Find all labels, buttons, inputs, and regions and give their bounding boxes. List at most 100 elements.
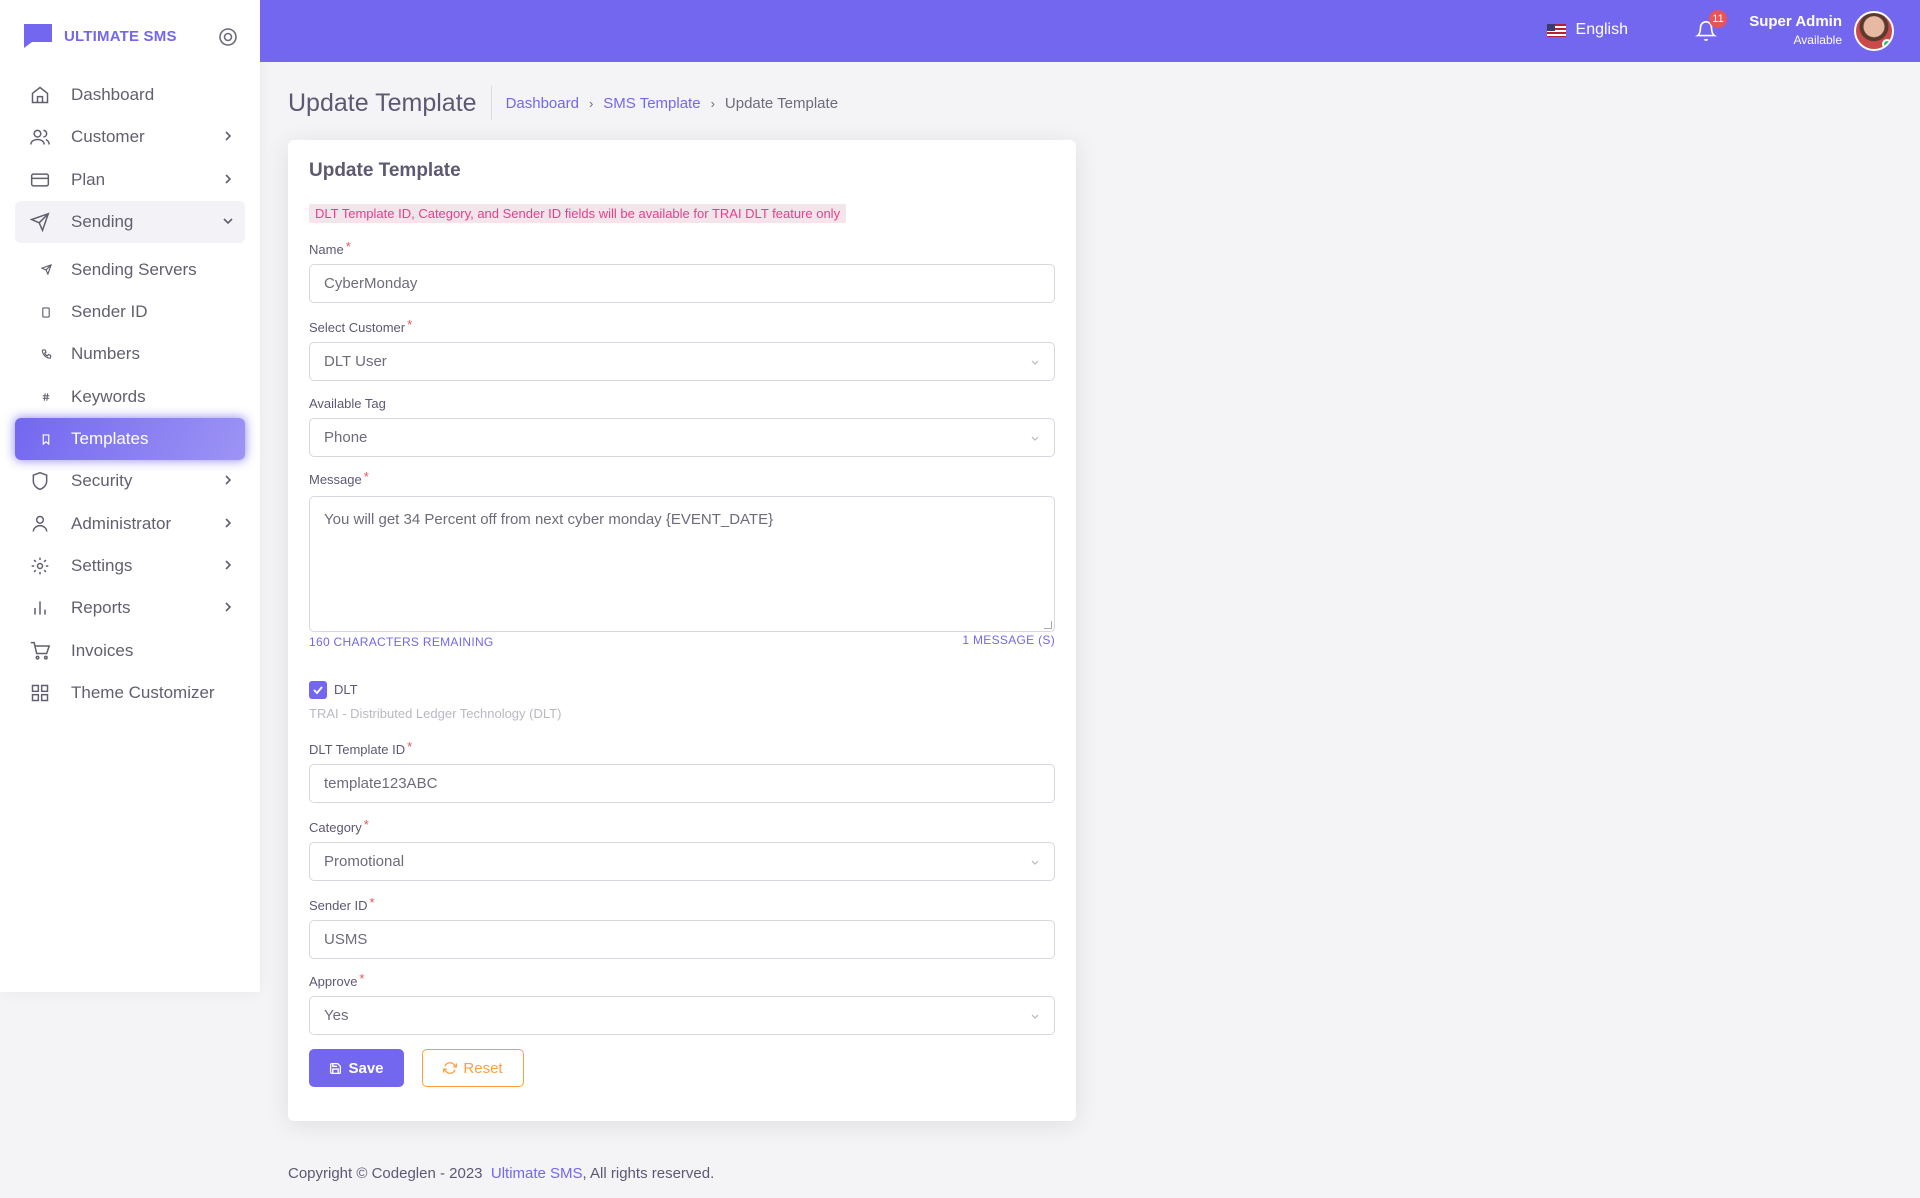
required-marker: * bbox=[369, 895, 375, 910]
sidebar-item-sender-id[interactable]: Sender ID bbox=[15, 291, 245, 333]
customer-select[interactable]: DLT User bbox=[309, 342, 1055, 381]
chevron-right-icon bbox=[225, 602, 232, 612]
available-tag-select[interactable]: Phone bbox=[309, 418, 1055, 457]
save-icon bbox=[330, 1062, 342, 1074]
credit-card-icon bbox=[29, 169, 51, 191]
sidebar-item-invoices[interactable]: Invoices bbox=[15, 630, 245, 672]
shopping-cart-icon bbox=[29, 640, 51, 662]
sidebar-item-templates[interactable]: Templates bbox=[15, 418, 245, 461]
chevron-right-icon bbox=[225, 174, 232, 184]
sidebar-item-reports[interactable]: Reports bbox=[15, 587, 245, 629]
sidebar-item-administrator[interactable]: Administrator bbox=[15, 503, 245, 545]
notification-badge: 11 bbox=[1709, 10, 1727, 28]
dlt-template-id-label-text: DLT Template ID bbox=[309, 742, 406, 757]
customer-select-value: DLT User bbox=[324, 353, 387, 370]
sidebar-item-label: Numbers bbox=[71, 344, 140, 364]
sidebar-item-security[interactable]: Security bbox=[15, 460, 245, 502]
footer-rights: , All rights reserved. bbox=[582, 1165, 715, 1182]
avatar[interactable] bbox=[1854, 11, 1894, 51]
category-select-value: Promotional bbox=[324, 853, 405, 870]
chevron-down-icon bbox=[1031, 360, 1039, 365]
dlt-checkbox-label[interactable]: DLT bbox=[334, 682, 358, 697]
sidebar-toggle-icon[interactable] bbox=[218, 27, 238, 47]
chevron-right-icon bbox=[225, 475, 232, 485]
send-icon bbox=[29, 211, 51, 233]
grid-icon bbox=[29, 682, 51, 704]
category-label-text: Category bbox=[309, 820, 362, 835]
sender-id-input[interactable]: USMS bbox=[309, 920, 1055, 959]
approve-label-text: Approve bbox=[309, 974, 358, 989]
us-flag-icon bbox=[1546, 23, 1566, 37]
sidebar-item-label: Keywords bbox=[71, 386, 146, 406]
sidebar-item-theme-customizer[interactable]: Theme Customizer bbox=[15, 672, 245, 714]
footer-ultimate-sms-link[interactable]: Ultimate SMS bbox=[491, 1165, 583, 1182]
sidebar-item-label: Administrator bbox=[71, 513, 172, 533]
sidebar-item-settings[interactable]: Settings bbox=[15, 545, 245, 587]
sidebar-item-dashboard[interactable]: Dashboard bbox=[15, 74, 245, 116]
breadcrumb-current: Update Template bbox=[724, 94, 839, 112]
save-button[interactable]: Save bbox=[309, 1049, 404, 1087]
language-dropdown[interactable]: English bbox=[1546, 21, 1628, 39]
top-navbar: English 11 Super Admin Available bbox=[260, 0, 1920, 62]
user-menu[interactable]: Super Admin Available bbox=[1749, 13, 1842, 47]
sidebar-item-numbers[interactable]: Numbers bbox=[15, 333, 245, 375]
sidebar-item-plan[interactable]: Plan bbox=[15, 159, 245, 201]
required-marker: * bbox=[363, 817, 369, 832]
gear-icon bbox=[29, 555, 51, 577]
bar-chart-icon bbox=[29, 597, 51, 619]
update-template-card: Update Template DLT Template ID, Categor… bbox=[288, 140, 1076, 1121]
chevron-down-icon bbox=[1031, 860, 1039, 865]
customer-label-text: Select Customer bbox=[309, 320, 406, 335]
chevron-right-icon: › bbox=[710, 95, 715, 111]
check-icon bbox=[313, 686, 323, 695]
characters-remaining: 160 CHARACTERS REMAINING bbox=[309, 635, 494, 649]
tag-select-value: Phone bbox=[324, 429, 368, 446]
breadcrumb-dashboard-link[interactable]: Dashboard bbox=[506, 95, 579, 112]
breadcrumb-sms-template-link[interactable]: SMS Template bbox=[603, 95, 700, 112]
sidebar-item-label: Reports bbox=[71, 598, 131, 618]
sidebar-item-label: Templates bbox=[71, 429, 149, 449]
footer-copyright: Copyright © Codeglen - 2023 bbox=[288, 1165, 483, 1182]
message-text: You will get 34 Percent off from next cy… bbox=[324, 511, 774, 528]
approve-select[interactable]: Yes bbox=[309, 996, 1055, 1035]
sidebar-item-sending-servers[interactable]: Sending Servers bbox=[15, 249, 245, 291]
sidebar-item-sending[interactable]: Sending bbox=[15, 200, 245, 243]
name-label-text: Name bbox=[309, 242, 344, 257]
message-label: Message * bbox=[309, 469, 369, 487]
dlt-checkbox[interactable] bbox=[309, 681, 327, 699]
approve-label: Approve * bbox=[309, 971, 365, 989]
dlt-template-id-input[interactable]: template123ABC bbox=[309, 764, 1055, 803]
users-icon bbox=[29, 126, 51, 148]
card-title: Update Template bbox=[309, 160, 461, 181]
category-select[interactable]: Promotional bbox=[309, 842, 1055, 881]
required-marker: * bbox=[407, 317, 413, 332]
sidebar-item-label: Sending bbox=[71, 211, 134, 231]
breadcrumb: Dashboard › SMS Template › Update Templa… bbox=[506, 95, 838, 112]
required-marker: * bbox=[359, 971, 365, 986]
chevron-down-icon bbox=[1031, 436, 1039, 441]
message-count: 1 MESSAGE (S) bbox=[962, 633, 1055, 647]
page-title: Update Template bbox=[288, 86, 492, 120]
reset-button[interactable]: Reset bbox=[422, 1049, 524, 1087]
sidebar-item-label: Customer bbox=[71, 127, 145, 147]
chevron-down-icon bbox=[223, 218, 233, 225]
message-textarea[interactable]: You will get 34 Percent off from next cy… bbox=[309, 496, 1055, 632]
phone-icon bbox=[35, 343, 57, 365]
name-input[interactable]: CyberMonday bbox=[309, 264, 1055, 303]
chevron-right-icon: › bbox=[588, 95, 594, 111]
required-marker: * bbox=[345, 239, 351, 254]
online-status-dot bbox=[1882, 39, 1892, 49]
resize-handle[interactable] bbox=[1044, 621, 1052, 629]
sidebar-item-label: Plan bbox=[71, 169, 106, 189]
content-header: Update Template Dashboard › SMS Template… bbox=[288, 86, 838, 120]
sender-id-label: Sender ID * bbox=[309, 895, 375, 913]
tag-label: Available Tag bbox=[309, 396, 386, 411]
send-small-icon bbox=[35, 259, 57, 281]
sidebar-item-label: Settings bbox=[71, 555, 133, 575]
hash-icon bbox=[35, 386, 57, 408]
reset-button-label: Reset bbox=[463, 1059, 503, 1077]
sidebar-item-customer[interactable]: Customer bbox=[15, 116, 245, 158]
sidebar-item-label: Sender ID bbox=[71, 302, 148, 322]
sidebar-item-keywords[interactable]: Keywords bbox=[15, 376, 245, 418]
category-label: Category * bbox=[309, 817, 369, 835]
